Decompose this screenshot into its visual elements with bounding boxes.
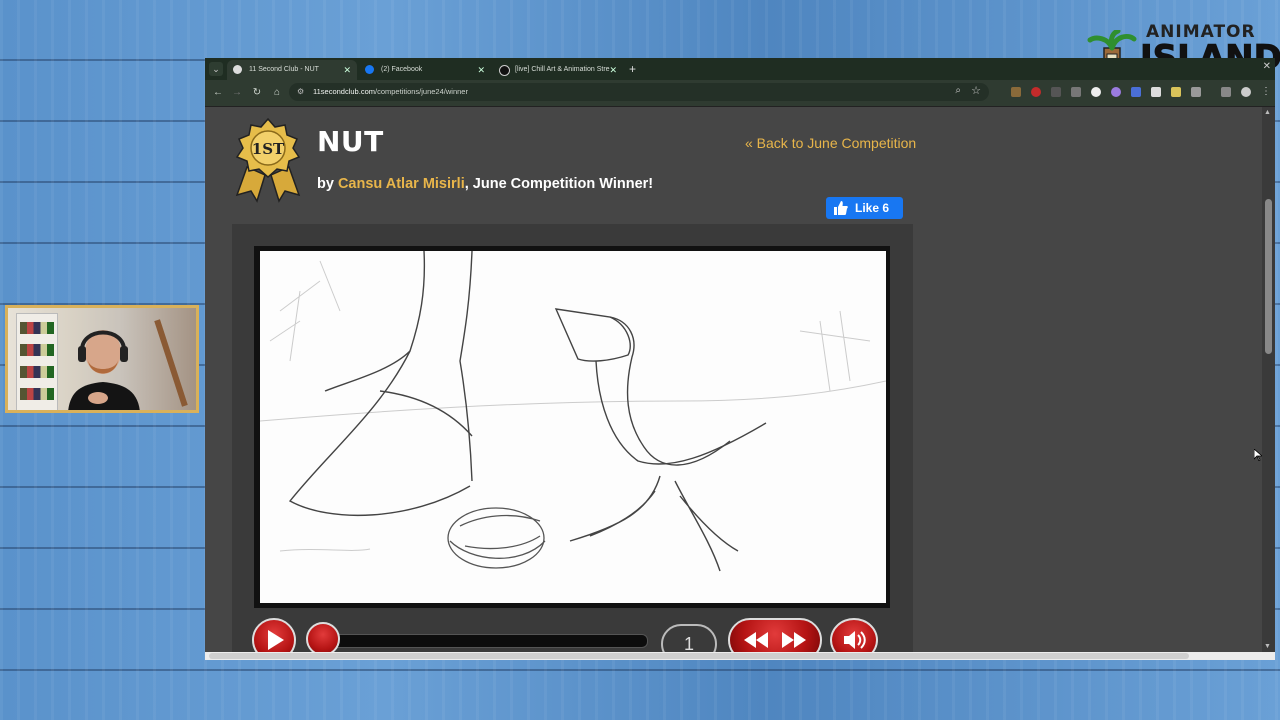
animation-sketch[interactable] (260, 251, 886, 603)
scrubber-handle[interactable] (306, 622, 340, 652)
reload-icon[interactable]: ↻ (250, 84, 264, 102)
author-link[interactable]: Cansu Atlar Misirli (338, 176, 465, 192)
url-text: 11secondclub.com/competitions/june24/win… (313, 83, 468, 101)
address-bar[interactable]: ⚙ 11secondclub.com/competitions/june24/w… (289, 83, 989, 101)
play-icon (268, 630, 284, 650)
horizontal-scroll-thumb[interactable] (209, 653, 1189, 659)
extension-shield-icon[interactable] (1131, 87, 1141, 97)
step-buttons (728, 618, 822, 652)
like-count: 6 (882, 201, 890, 215)
page-content: 1ST NUT by Cansu Atlar Misirli, June Com… (205, 107, 1262, 652)
forward-arrow-icon[interactable]: → (230, 84, 244, 102)
url-domain: 11secondclub.com (313, 87, 375, 96)
scroll-down-icon[interactable]: ▼ (1264, 643, 1271, 650)
extension-h-icon[interactable] (1051, 87, 1061, 97)
extension-c-icon[interactable] (1091, 87, 1101, 97)
extension-purple-icon[interactable] (1111, 87, 1121, 97)
like-label: Like (855, 201, 880, 215)
close-tab-icon[interactable]: ✕ (609, 60, 617, 80)
extension-grid-icon[interactable] (1071, 87, 1081, 97)
profile-avatar-icon[interactable] (1241, 87, 1251, 97)
home-icon[interactable]: ⌂ (270, 84, 284, 102)
tab-live-stream[interactable]: [live] Chill Art & Animation Stre ✕ (493, 60, 623, 80)
frame-counter[interactable]: 1 (661, 624, 717, 652)
tab-11-second-club[interactable]: 11 Second Club - NUT ✕ (227, 60, 357, 80)
player-controls: 1 (252, 618, 892, 652)
byline: by Cansu Atlar Misirli, June Competition… (317, 176, 653, 192)
extension-doc-icon[interactable] (1151, 87, 1161, 97)
extension-folder-icon[interactable] (1011, 87, 1021, 97)
extension-red-icon[interactable] (1031, 87, 1041, 97)
close-tab-icon[interactable]: ✕ (477, 60, 485, 80)
tab-bar: ⌄ 11 Second Club - NUT ✕ (2) Facebook ✕ … (205, 58, 1275, 80)
browser-window: ⌄ 11 Second Club - NUT ✕ (2) Facebook ✕ … (205, 58, 1275, 660)
address-toolbar: ← → ↻ ⌂ ⚙ 11secondclub.com/competitions/… (205, 80, 1275, 107)
eleven-second-club-favicon-icon (233, 65, 242, 74)
zoom-icon[interactable]: ⌕ (955, 85, 961, 96)
tab-title: (2) Facebook (381, 66, 423, 73)
tab-facebook[interactable]: (2) Facebook ✕ (359, 60, 491, 80)
back-arrow-icon[interactable]: ← (211, 84, 225, 102)
volume-button[interactable] (830, 618, 878, 652)
mouse-cursor-icon (1254, 449, 1262, 461)
page-title: NUT (317, 125, 384, 158)
back-to-competition-link[interactable]: « Back to June Competition (745, 135, 916, 151)
stream-favicon-icon (499, 65, 510, 76)
horizontal-scrollbar[interactable] (205, 652, 1275, 660)
thumbs-up-icon (834, 201, 848, 215)
extension-yellow-icon[interactable] (1171, 87, 1181, 97)
window-close-icon[interactable]: ✕ (1263, 61, 1271, 72)
url-path: /competitions/june24/winner (374, 87, 468, 96)
byline-suffix: , June Competition Winner! (464, 176, 654, 192)
new-tab-icon[interactable]: + (629, 60, 636, 78)
medal-label: 1ST (252, 140, 285, 158)
bookshelf (16, 313, 58, 410)
first-place-medal-icon: 1ST (235, 117, 301, 203)
scrubber-track[interactable] (326, 634, 648, 648)
facebook-like-button[interactable]: Like 6 (826, 197, 903, 219)
site-info-icon[interactable]: ⚙ (297, 87, 306, 96)
extensions-puzzle-icon[interactable] (1191, 87, 1201, 97)
webcam-overlay (5, 305, 199, 413)
bookmark-star-icon[interactable]: ☆ (971, 84, 981, 97)
video-frame (254, 246, 890, 608)
reading-list-icon[interactable] (1221, 87, 1231, 97)
browser-menu-icon[interactable]: ⋮ (1261, 87, 1271, 97)
easel (154, 319, 188, 407)
vertical-scrollbar[interactable]: ▲ ▼ (1262, 107, 1275, 652)
byline-prefix: by (317, 176, 338, 192)
rewind-forward-icon (744, 632, 806, 648)
scroll-up-icon[interactable]: ▲ (1264, 109, 1271, 116)
scroll-thumb[interactable] (1265, 199, 1272, 354)
speaker-icon (844, 631, 866, 649)
facebook-favicon-icon (365, 65, 374, 74)
tab-title: [live] Chill Art & Animation Stre (515, 66, 610, 73)
close-tab-icon[interactable]: ✕ (343, 60, 351, 80)
streamer-figure (68, 330, 140, 410)
tab-title: 11 Second Club - NUT (249, 66, 319, 73)
play-button[interactable] (252, 618, 296, 652)
animation-player: 1 (232, 224, 913, 652)
tab-search-button[interactable]: ⌄ (209, 62, 223, 76)
